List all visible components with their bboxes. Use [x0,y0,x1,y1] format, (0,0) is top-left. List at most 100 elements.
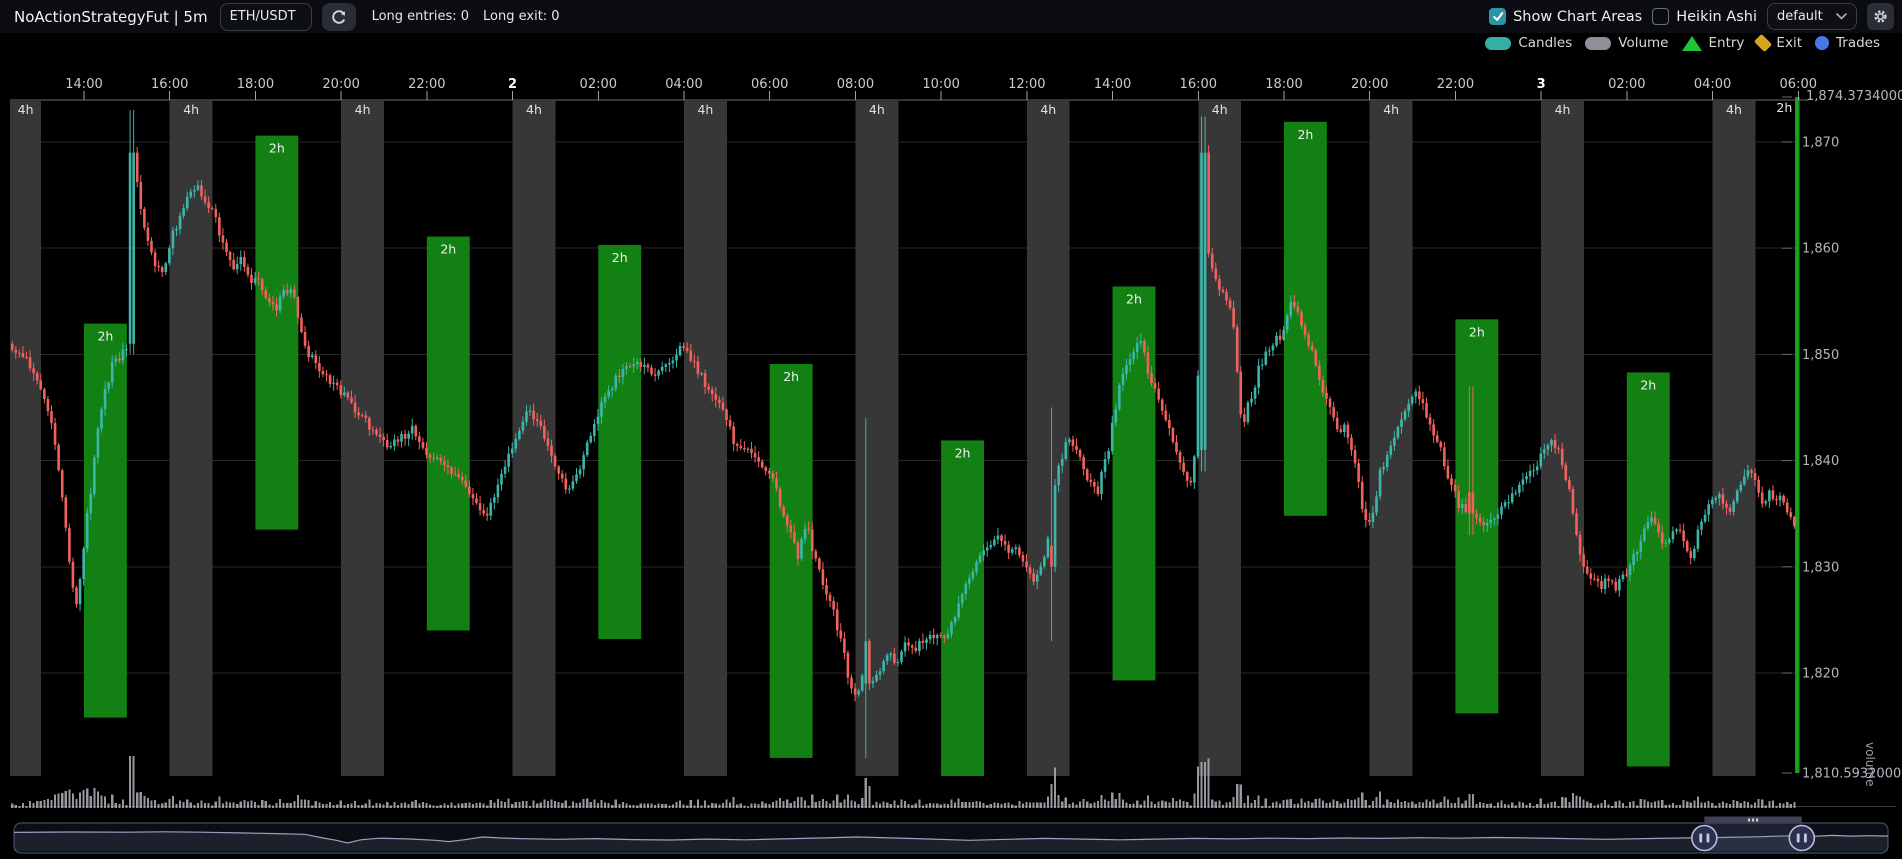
legend-label: Exit [1776,35,1802,51]
svg-text:18:00: 18:00 [1265,77,1302,92]
gear-icon [1873,8,1888,25]
price-min-label: 1,810.593200000 [1802,767,1902,782]
plot-config-value: default [1777,9,1823,24]
price-chart[interactable]: 4h 4h 4h 4h 4h 4h 4h 4h 4h 4h 4h 2h 2h 2h 2h 2h 2h 2h 2h 2h… [0,0,1902,859]
pause-bars-icon [1797,834,1800,843]
volume-series [11,756,1795,808]
svg-text:1,830: 1,830 [1802,560,1839,575]
svg-text:2h: 2h [1297,127,1313,142]
exit-diamond-icon [1754,34,1772,52]
svg-text:3: 3 [1537,77,1546,92]
svg-text:4h: 4h [1555,102,1571,117]
svg-text:2h: 2h [1126,291,1142,306]
header-bar: NoActionStrategyFut | 5m ETH/USDT Long e… [0,0,1902,33]
navigator[interactable] [14,817,1888,854]
grip-dots-icon [1756,819,1758,822]
svg-text:02:00: 02:00 [1608,77,1645,92]
long-exit-stat: Long exit: 0 [483,9,560,24]
page-title: NoActionStrategyFut | 5m [14,8,208,26]
svg-text:20:00: 20:00 [1351,77,1388,92]
svg-text:12:00: 12:00 [1008,77,1045,92]
svg-text:4h: 4h [1212,102,1228,117]
svg-text:2h: 2h [440,242,456,257]
svg-text:4h: 4h [18,102,34,117]
plot-config-select[interactable]: default [1767,3,1857,30]
price-axis: 1,8701,8601,8501,8401,8301,8201,874.3734… [1782,89,1902,786]
legend-item-trades[interactable]: Trades [1815,35,1880,51]
svg-text:4h: 4h [869,102,885,117]
volume-axis-label: volume [1863,742,1877,786]
current-area-line [1795,97,1799,773]
svg-text:2h: 2h [783,369,799,384]
strategy-stats: Long entries: 0 Long exit: 0 [372,9,560,24]
svg-text:2h: 2h [269,141,285,156]
svg-text:4h: 4h [526,102,542,117]
svg-text:06:00: 06:00 [751,77,788,92]
svg-text:02:00: 02:00 [580,77,617,92]
legend-label: Entry [1709,35,1745,51]
candles-swatch-icon [1485,37,1511,50]
chart-legend: Candles Volume Entry Exit Trades [1485,33,1880,53]
legend-label: Candles [1518,35,1572,51]
svg-text:1,840: 1,840 [1802,454,1839,469]
pause-bars-icon [1707,834,1710,843]
svg-text:2h: 2h [1640,377,1656,392]
show-chart-areas-checkbox[interactable]: Show Chart Areas [1489,8,1642,25]
svg-text:04:00: 04:00 [665,77,702,92]
legend-item-exit[interactable]: Exit [1757,35,1802,51]
navigator-handle-right[interactable] [1789,826,1814,851]
svg-text:14:00: 14:00 [65,77,102,92]
session-band-labels: 4h 4h 4h 4h 4h 4h 4h 4h 4h 4h 4h [18,102,1742,117]
svg-text:2h: 2h [97,329,113,344]
refresh-icon [331,9,347,25]
legend-item-candles[interactable]: Candles [1485,35,1572,51]
svg-text:08:00: 08:00 [837,77,874,92]
svg-text:4h: 4h [183,102,199,117]
time-axis: 14:00 16:00 18:00 20:00 22:00 2 02:00 04:00 06:0… [10,77,1817,100]
pair-select-value: ETH/USDT [230,9,296,24]
chevron-down-icon [1836,13,1847,20]
legend-item-entry[interactable]: Entry [1682,35,1745,51]
show-chart-areas-label: Show Chart Areas [1513,9,1642,25]
svg-text:1,870: 1,870 [1802,136,1839,151]
svg-text:1,860: 1,860 [1802,242,1839,257]
svg-text:22:00: 22:00 [1437,77,1474,92]
legend-label: Volume [1618,35,1668,51]
svg-text:04:00: 04:00 [1694,77,1731,92]
pause-bars-icon [1699,834,1702,843]
refresh-button[interactable] [322,3,356,31]
grip-dots-icon [1748,819,1750,822]
heikin-ashi-checkbox[interactable]: Heikin Ashi [1652,8,1757,25]
pair-select[interactable]: ETH/USDT [220,3,312,31]
svg-text:4h: 4h [1383,102,1399,117]
svg-text:4h: 4h [697,102,713,117]
price-max-label: 1,874.373400000 [1806,89,1902,104]
navigator-selection[interactable] [1704,824,1801,853]
svg-text:18:00: 18:00 [237,77,274,92]
svg-text:2: 2 [508,77,517,92]
settings-button[interactable] [1867,3,1894,30]
entry-triangle-icon [1682,36,1702,51]
svg-text:10:00: 10:00 [922,77,959,92]
svg-text:2h: 2h [612,250,628,265]
svg-text:16:00: 16:00 [151,77,188,92]
grip-dots-icon [1752,819,1754,822]
svg-text:22:00: 22:00 [408,77,445,92]
svg-text:2h: 2h [955,445,971,460]
checkbox-unchecked-icon [1652,8,1669,25]
svg-text:20:00: 20:00 [322,77,359,92]
trades-circle-icon [1815,36,1829,50]
legend-item-volume[interactable]: Volume [1585,35,1668,51]
current-area-label: 2h [1776,100,1792,115]
checkbox-checked-icon [1489,8,1506,25]
legend-label: Trades [1836,35,1880,51]
svg-text:4h: 4h [355,102,371,117]
svg-text:2h: 2h [1469,324,1485,339]
svg-text:1,850: 1,850 [1802,348,1839,363]
svg-text:4h: 4h [1040,102,1056,117]
navigator-handle-left[interactable] [1692,826,1717,851]
long-entries-stat: Long entries: 0 [372,9,469,24]
svg-text:4h: 4h [1726,102,1742,117]
svg-text:14:00: 14:00 [1094,77,1131,92]
pause-bars-icon [1804,834,1807,843]
